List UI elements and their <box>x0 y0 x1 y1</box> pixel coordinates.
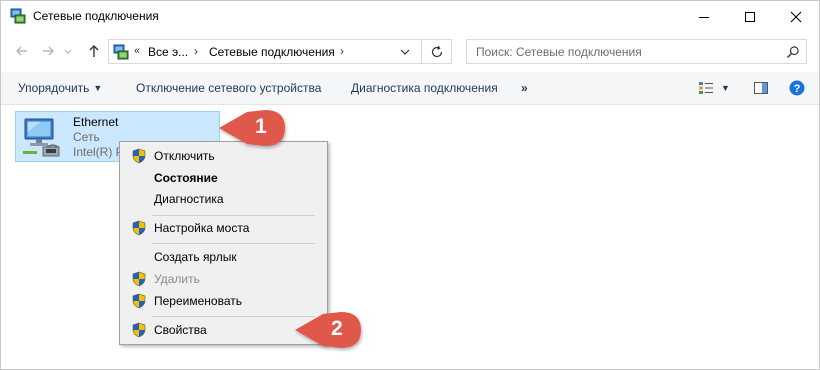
breadcrumb-network-connections[interactable]: Сетевые подключения <box>209 45 335 59</box>
change-view-icon[interactable] <box>698 80 714 96</box>
breadcrumb-all-items[interactable]: Все э... <box>148 45 188 59</box>
ethernet-adapter-icon <box>23 118 60 157</box>
maximize-button[interactable] <box>727 1 773 32</box>
menu-item-label: Диагностика <box>154 192 224 206</box>
breadcrumb-separator[interactable]: › <box>340 44 344 58</box>
close-icon <box>790 11 802 22</box>
up-button[interactable] <box>85 42 103 60</box>
close-button[interactable] <box>773 1 819 32</box>
menu-item-label: Настройка моста <box>154 221 250 235</box>
breadcrumb-separator[interactable]: › <box>194 44 198 58</box>
recent-locations-button[interactable] <box>61 42 75 60</box>
navigation-row: « Все э... › Сетевые подключения › Поиск… <box>1 32 819 72</box>
menu-separator <box>152 243 315 244</box>
callout-number: 1 <box>255 115 267 138</box>
callout-number: 2 <box>331 317 343 340</box>
minimize-icon <box>699 16 709 18</box>
chevron-down-icon[interactable] <box>397 44 413 60</box>
refresh-button[interactable] <box>422 39 452 64</box>
uac-shield-icon <box>132 148 146 164</box>
network-connections-icon <box>10 8 26 24</box>
menu-item-status[interactable]: Состояние <box>122 167 325 189</box>
menu-item-label: Создать ярлык <box>154 250 237 264</box>
back-arrow-icon <box>16 46 27 56</box>
up-arrow-icon <box>89 45 99 57</box>
menu-item-diagnose[interactable]: Диагностика <box>122 188 325 210</box>
menu-item-bridge[interactable]: Настройка моста <box>122 217 325 239</box>
organize-label: Упорядочить <box>18 81 90 95</box>
disable-device-button[interactable]: Отключение сетевого устройства <box>136 81 321 95</box>
connection-name: Ethernet <box>73 115 119 129</box>
menu-item-label: Удалить <box>154 272 200 286</box>
uac-shield-icon <box>132 293 146 309</box>
menu-item-label: Состояние <box>154 171 218 185</box>
refresh-icon <box>431 45 442 57</box>
callout-badge-1: 1 <box>213 106 309 150</box>
network-connections-icon <box>113 44 129 60</box>
forward-button[interactable] <box>39 42 57 60</box>
search-icon[interactable] <box>786 45 800 59</box>
menu-item-label: Отключить <box>154 149 215 163</box>
address-bar[interactable]: « Все э... › Сетевые подключения › <box>108 39 422 64</box>
more-commands-button[interactable]: » <box>521 81 528 95</box>
explorer-window: Сетевые подключения « Все э... › Сетевые… <box>0 0 820 370</box>
preview-pane-icon[interactable] <box>753 80 769 96</box>
menu-item-label: Переименовать <box>154 294 242 308</box>
uac-shield-icon <box>132 322 146 338</box>
menu-separator <box>152 215 315 216</box>
maximize-icon <box>745 11 755 22</box>
search-box[interactable]: Поиск: Сетевые подключения <box>466 39 807 64</box>
menu-item-label: Свойства <box>154 323 207 337</box>
svg-text:?: ? <box>794 83 801 95</box>
forward-arrow-icon <box>43 46 54 56</box>
uac-shield-icon <box>132 271 146 287</box>
callout-badge-2: 2 <box>289 310 385 354</box>
menu-item-rename[interactable]: Переименовать <box>122 290 325 312</box>
window-title: Сетевые подключения <box>33 9 159 23</box>
search-input[interactable]: Поиск: Сетевые подключения <box>476 45 642 59</box>
menu-item-delete[interactable]: Удалить <box>122 268 325 290</box>
organize-button[interactable]: Упорядочить ▼ <box>18 81 102 95</box>
title-bar: Сетевые подключения <box>1 1 819 32</box>
minimize-button[interactable] <box>681 1 727 32</box>
menu-item-create-shortcut[interactable]: Создать ярлык <box>122 246 325 268</box>
help-icon[interactable]: ? <box>789 80 805 96</box>
command-bar: Упорядочить ▼ Отключение сетевого устройс… <box>1 72 819 105</box>
organize-dropdown-arrow: ▼ <box>93 83 103 93</box>
chevron-down-icon <box>64 49 72 54</box>
back-button[interactable] <box>13 42 31 60</box>
connection-type: Сеть <box>73 130 100 144</box>
diagnose-connection-button[interactable]: Диагностика подключения <box>351 81 498 95</box>
address-overflow[interactable]: « <box>134 45 140 57</box>
view-options-dropdown[interactable]: ▼ <box>721 83 730 93</box>
uac-shield-icon <box>132 220 146 236</box>
